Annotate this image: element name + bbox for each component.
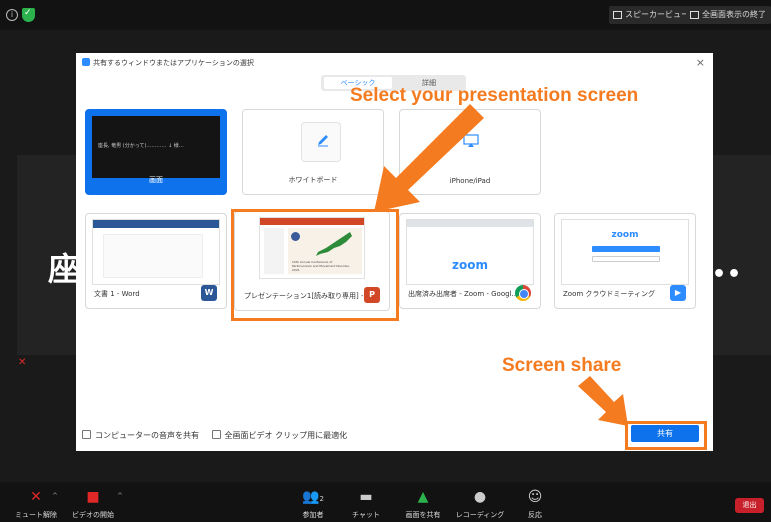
audio-options-caret-icon[interactable]: ^ <box>52 492 58 500</box>
meeting-toolbar: ✕ ミュート解除 ^ ■ ビデオの開始 ^ 👥2 参加者 ▬ チャット ▲ 画面… <box>0 482 771 522</box>
arrow-to-powerpoint <box>374 104 484 212</box>
share-button-highlight-box <box>625 421 707 450</box>
powerpoint-highlight-box <box>231 209 399 321</box>
share-screen-icon: ▲ <box>417 489 429 505</box>
video-off-icon: ■ <box>86 489 100 505</box>
unmute-button[interactable]: ✕ ミュート解除 <box>6 482 66 522</box>
leave-button[interactable]: 退出 <box>735 498 764 513</box>
participants-button[interactable]: 👥2 参加者 <box>283 482 343 522</box>
chat-icon: ▬ <box>359 489 373 505</box>
chat-button[interactable]: ▬ チャット <box>336 482 396 522</box>
share-screen-button[interactable]: ▲ 画面を共有 <box>393 482 453 522</box>
start-video-button[interactable]: ■ ビデオの開始 <box>63 482 123 522</box>
video-options-caret-icon[interactable]: ^ <box>117 492 123 500</box>
record-button[interactable]: ● レコーディング <box>450 482 510 522</box>
reactions-button[interactable]: ☺ 反応 <box>505 482 565 522</box>
reactions-icon: ☺ <box>527 489 543 505</box>
participants-icon: 👥2 <box>302 489 324 505</box>
record-icon: ● <box>473 489 487 505</box>
arrow-to-share-button <box>578 376 628 426</box>
